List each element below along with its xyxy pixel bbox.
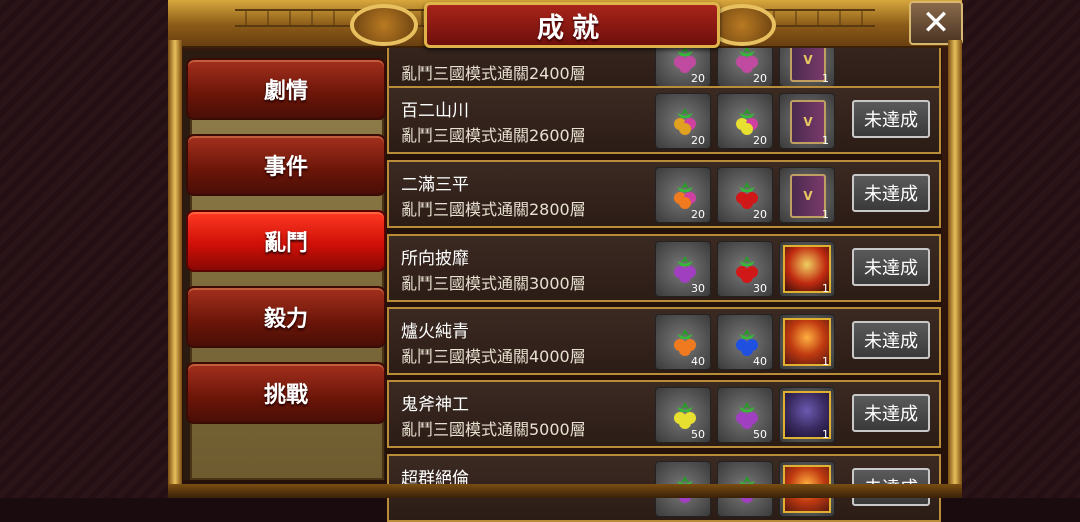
scroll-ornament-left — [350, 4, 418, 46]
tab-perseverance[interactable]: 毅力 — [186, 286, 386, 348]
achievement-description: 亂鬥三國模式通關4000層 — [401, 347, 586, 366]
reward-slot-3[interactable]: V1 — [779, 93, 835, 149]
fruit-icon — [736, 182, 758, 209]
fruit-icon — [736, 256, 758, 283]
achievement-description: 亂鬥三國模式通關3000層 — [401, 274, 586, 293]
background-right — [962, 0, 1080, 498]
tab-brawl[interactable]: 亂鬥 — [186, 210, 386, 272]
frame-pillar-right — [948, 40, 962, 498]
achievement-row: 鬼斧神工亂鬥三國模式通關5000層 50 50 1 未達成 — [387, 380, 941, 448]
achievement-title: 爐火純青 — [401, 322, 469, 342]
reward-count: 1 — [822, 134, 829, 147]
background-left — [0, 0, 168, 498]
reward-count: 30 — [753, 282, 767, 295]
achievement-description: 亂鬥三國模式通關2800層 — [401, 200, 586, 219]
reward-slot-1[interactable]: 20 — [655, 93, 711, 149]
reward-count: 20 — [691, 72, 705, 85]
reward-count: 20 — [691, 134, 705, 147]
reward-slot-2[interactable]: 20 — [717, 93, 773, 149]
reward-count: 50 — [691, 428, 705, 441]
achievement-description: 亂鬥三國模式通關2400層 — [401, 64, 586, 83]
tab-events[interactable]: 事件 — [186, 134, 386, 196]
fruit-icon — [674, 182, 696, 209]
reward-count: 40 — [753, 355, 767, 368]
reward-count: 1 — [822, 282, 829, 295]
fruit-icon — [736, 108, 758, 135]
fruit-icon — [674, 402, 696, 429]
achievement-title: 鬼斧神工 — [401, 395, 469, 415]
fruit-icon — [736, 46, 758, 73]
reward-slot-2[interactable]: 30 — [717, 241, 773, 297]
fruit-icon — [674, 108, 696, 135]
achievement-title: 百二山川 — [401, 101, 469, 121]
achievement-row: 爐火純青亂鬥三國模式通關4000層 40 40 1 未達成 — [387, 307, 941, 375]
title-plate: 成就 — [424, 2, 720, 48]
status-button[interactable]: 未達成 — [852, 394, 930, 432]
reward-slot-2[interactable]: 50 — [717, 387, 773, 443]
reward-slot-2[interactable]: 20 — [717, 167, 773, 223]
fruit-icon — [736, 329, 758, 356]
status-button[interactable]: 未達成 — [852, 174, 930, 212]
book-icon: V — [790, 100, 826, 144]
achievement-description: 亂鬥三國模式通關5000層 — [401, 420, 586, 439]
status-button[interactable]: 未達成 — [852, 248, 930, 286]
reward-slot-3[interactable]: 1 — [779, 241, 835, 297]
reward-slot-1[interactable]: 50 — [655, 387, 711, 443]
fruit-icon — [674, 329, 696, 356]
status-button[interactable]: 未達成 — [852, 321, 930, 359]
achievement-title: 所向披靡 — [401, 249, 469, 269]
reward-count: 1 — [822, 208, 829, 221]
reward-count: 20 — [753, 208, 767, 221]
fruit-icon — [736, 402, 758, 429]
reward-slot-3[interactable]: 1 — [779, 387, 835, 443]
tab-challenge[interactable]: 挑戰 — [186, 362, 386, 424]
achievement-title: 二滿三平 — [401, 175, 469, 195]
reward-slot-3[interactable]: 1 — [779, 314, 835, 370]
book-icon: V — [790, 174, 826, 218]
reward-count: 20 — [753, 72, 767, 85]
frame-pillar-left — [168, 40, 182, 498]
close-icon: ✕ — [921, 3, 951, 43]
reward-count: 40 — [691, 355, 705, 368]
reward-slot-3[interactable]: V1 — [779, 167, 835, 223]
reward-slot-1[interactable]: 20 — [655, 167, 711, 223]
reward-count: 1 — [822, 72, 829, 85]
fruit-icon — [674, 256, 696, 283]
achievement-row: 二滿三平亂鬥三國模式通關2800層 20 20 V 1 未達成 — [387, 160, 941, 228]
fruit-icon — [674, 46, 696, 73]
achievement-row: 所向披靡亂鬥三國模式通關3000層 30 30 1 未達成 — [387, 234, 941, 302]
reward-count: 1 — [822, 355, 829, 368]
reward-count: 50 — [753, 428, 767, 441]
close-button[interactable]: ✕ — [909, 1, 963, 45]
reward-slot-1[interactable]: 30 — [655, 241, 711, 297]
tab-story[interactable]: 劇情 — [186, 58, 386, 120]
reward-count: 30 — [691, 282, 705, 295]
reward-slot-2[interactable]: 40 — [717, 314, 773, 370]
achievement-row: 百二山川亂鬥三國模式通關2600層 20 20 V 1 未達成 — [387, 86, 941, 154]
reward-count: 20 — [691, 208, 705, 221]
reward-count: 1 — [822, 428, 829, 441]
status-button[interactable]: 未達成 — [852, 100, 930, 138]
page-title: 成就 — [537, 12, 607, 44]
frame-bottom — [168, 484, 962, 498]
achievement-description: 亂鬥三國模式通關2600層 — [401, 126, 586, 145]
reward-count: 20 — [753, 134, 767, 147]
reward-slot-1[interactable]: 40 — [655, 314, 711, 370]
